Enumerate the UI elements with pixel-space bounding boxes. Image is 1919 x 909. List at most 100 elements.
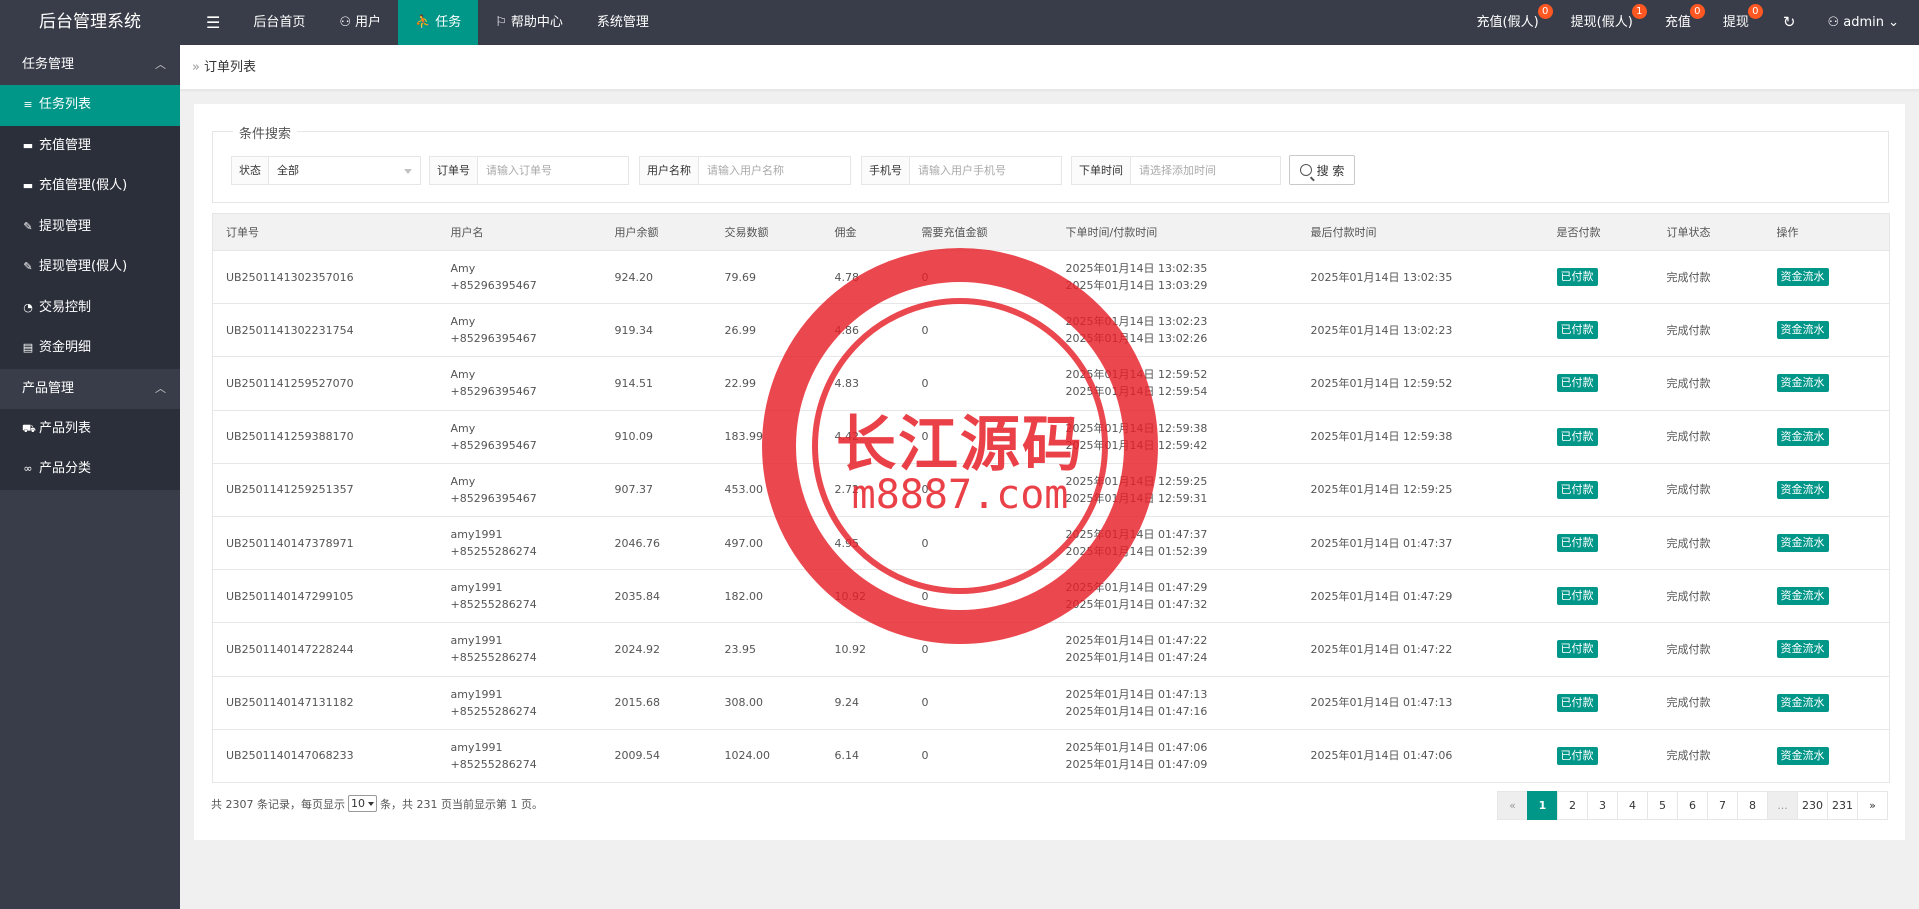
nav-system[interactable]: 系统管理: [580, 0, 666, 45]
col-status: 订单状态: [1653, 213, 1764, 251]
page-button[interactable]: 5: [1647, 791, 1678, 820]
next-page-button[interactable]: »: [1857, 791, 1888, 820]
refresh-icon[interactable]: ↻: [1765, 0, 1814, 45]
link-icon: ∞: [23, 462, 33, 475]
cell-last-pay: 2025年01月14日 01:47:13: [1297, 676, 1544, 730]
cell-amount: 26.99: [711, 303, 822, 358]
sidebar-group-task[interactable]: 任务管理 ︿: [0, 45, 180, 85]
sidebar-item-trade-control[interactable]: ◔ 交易控制: [0, 288, 180, 329]
pagination-summary: 共 2307 条记录，每页显示 10 条，共 231 页当前显示第 1 页。: [211, 795, 543, 812]
nav-user[interactable]: ⚇ 用户: [322, 0, 398, 45]
page-button[interactable]: 230: [1797, 791, 1828, 820]
nav-home[interactable]: 后台首页: [236, 0, 322, 45]
nav-user-label: 用户: [355, 15, 382, 30]
cell-pay-time: 2025年01月14日 01:47:32: [1065, 598, 1208, 612]
page-button[interactable]: 8: [1737, 791, 1768, 820]
cell-balance: 919.34: [601, 303, 712, 358]
cell-pay-time: 2025年01月14日 13:03:29: [1065, 279, 1208, 293]
withdraw-fake-link[interactable]: 提现(假人) 1: [1555, 0, 1649, 45]
cell-phone: +85255286274: [450, 757, 537, 771]
cell-last-pay: 2025年01月14日 12:59:38: [1297, 410, 1544, 464]
cell-paid: 已付款: [1543, 569, 1654, 624]
page-button[interactable]: 231: [1827, 791, 1858, 820]
menu-toggle-icon[interactable]: ☰: [190, 0, 236, 45]
cell-order-time: 2025年01月14日 01:47:13: [1065, 687, 1208, 701]
status-value: 全部: [277, 164, 299, 177]
recharge-link[interactable]: 充值 0: [1649, 0, 1707, 45]
fund-flow-button[interactable]: 资金流水: [1776, 534, 1829, 553]
page-button[interactable]: 4: [1617, 791, 1648, 820]
status-select[interactable]: 全部: [269, 157, 420, 184]
withdraw-link[interactable]: 提现 0: [1707, 0, 1765, 45]
fund-flow-button[interactable]: 资金流水: [1776, 587, 1829, 606]
cell-times: 2025年01月14日 01:47:13 2025年01月14日 01:47:16: [1052, 676, 1298, 730]
cell-status: 完成付款: [1653, 303, 1764, 358]
fund-flow-button[interactable]: 资金流水: [1776, 480, 1829, 499]
sidebar-item-task-list[interactable]: ≡ 任务列表: [0, 85, 180, 126]
search-legend: 条件搜索: [233, 123, 298, 142]
sidebar-item-withdraw-fake[interactable]: ✎ 提现管理(假人): [0, 247, 180, 288]
cell-phone: +85255286274: [450, 651, 537, 665]
order-table: 订单号 用户名 用户余额 交易数额 佣金 需要充值金额 下单时间/付款时间 最后…: [212, 213, 1890, 783]
cell-status: 完成付款: [1653, 569, 1764, 624]
sidebar-item-product-list[interactable]: ⛟ 产品列表: [0, 409, 180, 450]
fund-flow-button[interactable]: 资金流水: [1776, 640, 1829, 659]
cell-last-pay: 2025年01月14日 01:47:06: [1297, 729, 1544, 783]
sidebar-item-product-category[interactable]: ∞ 产品分类: [0, 449, 180, 490]
sidebar-item-withdraw[interactable]: ✎ 提现管理: [0, 207, 180, 248]
page-button[interactable]: 7: [1707, 791, 1738, 820]
sidebar-item-recharge[interactable]: ▬ 充值管理: [0, 126, 180, 167]
nav-task[interactable]: ⛹ 任务: [398, 0, 479, 45]
page-ellipsis[interactable]: ...: [1767, 791, 1798, 820]
cell-order-time: 2025年01月14日 13:02:35: [1065, 262, 1208, 276]
page-size-select[interactable]: 10: [348, 795, 377, 812]
cell-status: 完成付款: [1653, 516, 1764, 571]
flag-icon: ⚐: [495, 15, 507, 30]
prev-page-button[interactable]: «: [1497, 791, 1528, 820]
recharge-fake-link[interactable]: 充值(假人) 0: [1461, 0, 1555, 45]
col-commission: 佣金: [821, 213, 909, 251]
sidebar-group-task-label: 任务管理: [22, 57, 75, 72]
fund-flow-button[interactable]: 资金流水: [1776, 746, 1829, 765]
fund-flow-button[interactable]: 资金流水: [1776, 374, 1829, 393]
cell-times: 2025年01月14日 13:02:23 2025年01月14日 13:02:26: [1052, 303, 1298, 358]
col-action: 操作: [1763, 213, 1890, 251]
caret-down-icon: [404, 169, 412, 174]
cell-order-time: 2025年01月14日 01:47:37: [1065, 528, 1208, 542]
cell-username: Amy: [450, 421, 476, 435]
phone-input[interactable]: 请输入用户手机号: [910, 157, 1061, 184]
sidebar-group-product[interactable]: 产品管理 ︿: [0, 368, 180, 409]
cell-paid: 已付款: [1543, 250, 1654, 305]
search-button[interactable]: 搜 索: [1289, 155, 1355, 185]
cell-username: amy1991: [450, 581, 503, 595]
cell-times: 2025年01月14日 12:59:52 2025年01月14日 12:59:54: [1052, 356, 1298, 411]
sidebar-submenu-product: ⛟ 产品列表 ∞ 产品分类: [0, 408, 180, 490]
sidebar-item-fund-detail[interactable]: ▤ 资金明细: [0, 328, 180, 369]
sidebar-item-recharge-fake[interactable]: ▬ 充值管理(假人): [0, 166, 180, 207]
page-button[interactable]: 3: [1587, 791, 1618, 820]
cell-amount: 497.00: [711, 516, 822, 571]
cell-pay-time: 2025年01月14日 01:47:16: [1065, 704, 1208, 718]
cell-username: Amy: [450, 368, 476, 382]
nav-help[interactable]: ⚐ 帮助中心: [478, 0, 580, 45]
status-label: 状态: [232, 157, 269, 184]
page-button[interactable]: 1: [1527, 791, 1558, 820]
fund-flow-button[interactable]: 资金流水: [1776, 693, 1829, 712]
cell-status: 完成付款: [1653, 410, 1764, 464]
page-button[interactable]: 2: [1557, 791, 1588, 820]
username-input[interactable]: 请输入用户名称: [699, 157, 850, 184]
order-no-input[interactable]: 请输入订单号: [478, 157, 628, 184]
fund-flow-button[interactable]: 资金流水: [1776, 321, 1829, 340]
cell-status: 完成付款: [1653, 676, 1764, 730]
cell-paid: 已付款: [1543, 303, 1654, 358]
admin-menu[interactable]: ⚇ admin ⌄: [1813, 0, 1919, 45]
fund-flow-button[interactable]: 资金流水: [1776, 427, 1829, 446]
main-panel: 条件搜索 状态 全部 订单号 请输入订单号 用户名称 请输入用户名称 手机号 请…: [194, 104, 1905, 840]
cell-balance: 924.20: [601, 250, 712, 305]
cell-username: Amy: [450, 474, 476, 488]
page-button[interactable]: 6: [1677, 791, 1708, 820]
order-time-input[interactable]: 请选择添加时间: [1131, 157, 1280, 184]
recharge-badge: 0: [1689, 4, 1705, 19]
fund-flow-button[interactable]: 资金流水: [1776, 268, 1829, 287]
cell-last-pay: 2025年01月14日 01:47:22: [1297, 622, 1544, 677]
